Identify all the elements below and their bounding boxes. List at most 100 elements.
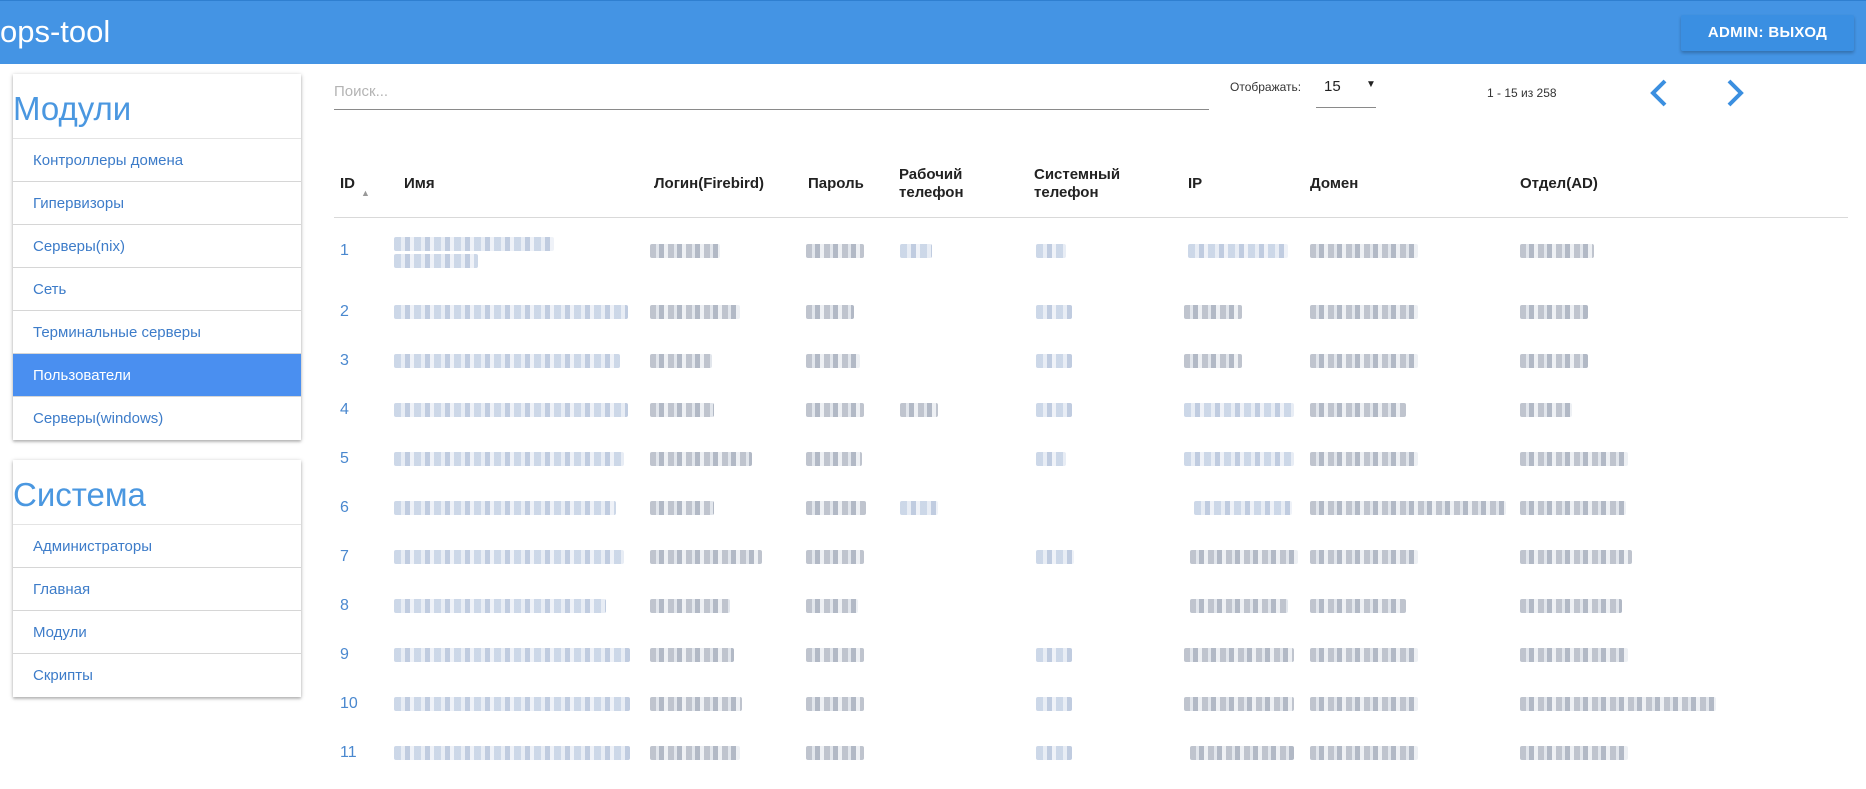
redacted-department [1520,648,1628,662]
column-header-ip[interactable]: IP [1188,175,1202,193]
column-header-work-phone[interactable]: Рабочий телефон [899,166,964,202]
redacted-system-phone [1036,354,1072,368]
redacted-login [650,648,734,662]
redacted-domain [1310,648,1418,662]
redacted-password [806,599,858,613]
sidebar-item-home[interactable]: Главная [13,568,301,611]
redacted-domain [1310,244,1418,258]
table-row[interactable]: 10 [334,680,1848,728]
table-row[interactable]: 2 [334,288,1848,336]
redacted-ip [1190,746,1294,760]
sidebar-item-servers-nix[interactable]: Серверы(nix) [13,225,301,268]
sidebar-item-domain-controllers[interactable]: Контроллеры домена [13,139,301,182]
row-id[interactable]: 4 [340,401,349,419]
table-row[interactable]: 3 [334,337,1848,385]
column-header-id[interactable]: ID [340,175,355,193]
caret-down-icon: ▼ [1366,79,1376,90]
row-id[interactable]: 1 [340,242,349,260]
redacted-password [806,305,854,319]
per-page-select[interactable]: 15 ▼ [1316,74,1376,108]
redacted-department [1520,501,1626,515]
system-title: Система [13,460,301,525]
row-id[interactable]: 2 [340,303,349,321]
column-header-system-phone[interactable]: Системный телефон [1034,166,1120,202]
redacted-login [650,746,740,760]
sidebar-item-hypervisors[interactable]: Гипервизоры [13,182,301,225]
redacted-password [806,746,864,760]
sidebar-item-modules[interactable]: Модули [13,611,301,654]
table-row[interactable]: 5 [334,435,1848,483]
redacted-work-phone [900,244,932,258]
table-row[interactable]: 7 [334,533,1848,581]
sidebar-item-users[interactable]: Пользователи [13,354,301,397]
redacted-department [1520,697,1716,711]
redacted-login [650,244,720,258]
redacted-name [394,237,554,251]
search-field[interactable] [334,74,1209,110]
search-input[interactable] [334,74,1209,109]
table-row[interactable]: 9 [334,631,1848,679]
redacted-department [1520,746,1628,760]
redacted-password [806,403,864,417]
table-row[interactable]: 4 [334,386,1848,434]
sidebar-item-administrators[interactable]: Администраторы [13,525,301,568]
redacted-system-phone [1036,648,1072,662]
previous-page-button[interactable] [1646,78,1672,108]
row-id[interactable]: 10 [340,695,358,713]
table-row[interactable]: 1 [334,227,1848,275]
redacted-name [394,648,630,662]
redacted-domain [1310,746,1418,760]
sidebar-item-servers-windows[interactable]: Серверы(windows) [13,397,301,440]
redacted-ip [1190,599,1288,613]
system-phone-header-line-2: телефон [1034,184,1099,201]
redacted-ip [1194,501,1292,515]
row-id[interactable]: 8 [340,597,349,615]
per-page-label: Отображать: [1230,80,1302,94]
redacted-password [806,244,864,258]
column-header-department[interactable]: Отдел(AD) [1520,175,1598,193]
work-phone-header-line-2: телефон [899,184,964,201]
column-header-login[interactable]: Логин(Firebird) [654,175,764,193]
redacted-system-phone [1036,697,1072,711]
redacted-name [394,746,630,760]
row-id[interactable]: 11 [340,744,357,762]
redacted-login [650,354,712,368]
redacted-ip [1190,550,1298,564]
redacted-login [650,452,752,466]
redacted-name [394,599,606,613]
redacted-ip [1188,244,1288,258]
redacted-name [394,452,624,466]
table-row[interactable]: 6 [334,484,1848,532]
column-header-name[interactable]: Имя [404,175,435,193]
sidebar-item-network[interactable]: Сеть [13,268,301,311]
redacted-domain [1310,599,1406,613]
redacted-domain [1310,403,1406,417]
sidebar-item-terminal-servers[interactable]: Терминальные серверы [13,311,301,354]
redacted-system-phone [1036,305,1072,319]
redacted-name [394,305,628,319]
redacted-domain [1310,452,1418,466]
row-id[interactable]: 3 [340,352,349,370]
system-panel: Система Администраторы Главная Модули Ск… [13,460,301,697]
sidebar-item-scripts[interactable]: Скрипты [13,654,301,697]
table-row[interactable]: 8 [334,582,1848,630]
redacted-password [806,648,864,662]
row-id[interactable]: 6 [340,499,349,517]
row-id[interactable]: 9 [340,646,349,664]
redacted-name [394,254,478,268]
table-row[interactable]: 11 [334,729,1848,777]
column-header-domain[interactable]: Домен [1310,175,1358,193]
redacted-domain [1310,550,1418,564]
column-header-password[interactable]: Пароль [808,175,864,193]
logout-button[interactable]: ADMIN: ВЫХОД [1681,15,1854,51]
redacted-login [650,501,714,515]
next-page-button[interactable] [1722,78,1748,108]
redacted-department [1520,354,1588,368]
row-id[interactable]: 5 [340,450,349,468]
redacted-department [1520,452,1628,466]
redacted-password [806,501,866,515]
redacted-system-phone [1036,403,1072,417]
redacted-login [650,305,740,319]
redacted-department [1520,550,1632,564]
row-id[interactable]: 7 [340,548,349,566]
